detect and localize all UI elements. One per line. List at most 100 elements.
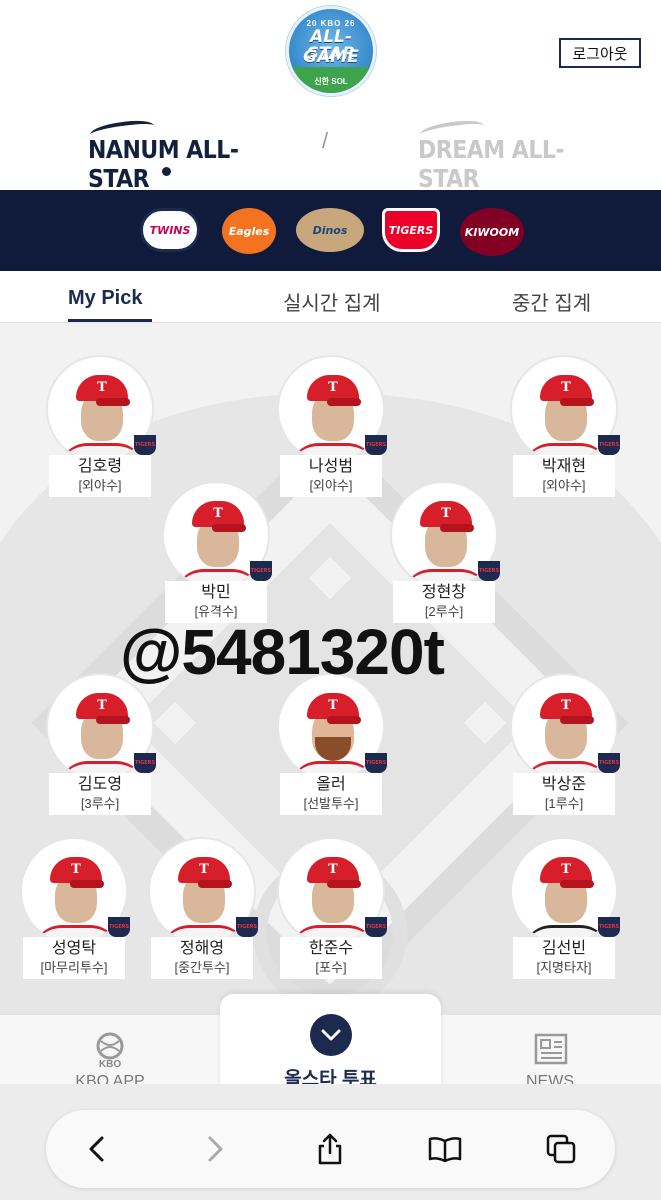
player-name: 한준수 (308, 940, 354, 957)
active-dot-indicator (162, 167, 171, 176)
player-name: 김선빈 (541, 940, 587, 957)
player-name: 정현창 (421, 584, 467, 601)
player-name: 박상준 (541, 776, 587, 793)
logo-line2: GAME (303, 47, 359, 67)
tabs-button[interactable] (536, 1124, 586, 1174)
league-tabs: NANUM ALL-STAR DREAM ALL-STAR (0, 117, 661, 194)
nav-kbo-app[interactable]: KBO KBO APP (60, 1015, 160, 1091)
player-label: 김선빈 [지명타자] (513, 937, 615, 979)
player-position: [유격수] (194, 604, 238, 619)
league-divider: / (322, 128, 329, 153)
team-nc-dinos-logo[interactable]: Dinos (296, 208, 364, 252)
player-position: [포수] (315, 960, 347, 975)
team-kiwoom-heroes-logo[interactable]: KIWOOM (460, 208, 524, 256)
sub-tabs: My Pick 실시간 집계 중간 집계 (0, 271, 661, 323)
team-name: TIGERS (388, 223, 434, 237)
dream-label: DREAM ALL-STAR (418, 136, 565, 194)
player-card[interactable]: T TIGERS 박상준 [1루수] (510, 673, 620, 818)
player-name: 김호령 (77, 458, 123, 475)
chevron-right-icon (208, 1136, 223, 1162)
team-badge-icon: TIGERS (236, 917, 258, 937)
tab-nanum-allstar[interactable]: NANUM ALL-STAR (88, 117, 244, 194)
chevron-left-icon (89, 1136, 104, 1162)
player-label: 박상준 [1루수] (513, 773, 615, 815)
player-card[interactable]: T TIGERS 정현창 [2루수] (390, 481, 500, 626)
player-position: [선발투수] (303, 796, 359, 811)
player-label: 박재현 [외야수] (513, 455, 615, 497)
team-name: TWINS (149, 223, 191, 237)
player-name: 올러 (316, 776, 346, 793)
baseball-field: T TIGERS 김호령 [외야수] T TIGERS 나성범 [외야수] T … (0, 323, 661, 1023)
bookmarks-button[interactable] (420, 1124, 470, 1174)
player-position: [외야수] (309, 478, 353, 493)
nanum-label: NANUM ALL-STAR (88, 136, 239, 194)
player-name: 김도영 (77, 776, 123, 793)
player-card[interactable]: T TIGERS 나성범 [외야수] (277, 355, 387, 500)
team-badge-icon: TIGERS (365, 917, 387, 937)
book-icon (428, 1137, 462, 1163)
nav-allstar-vote[interactable]: 올스타 투표 (220, 994, 441, 1094)
player-position: [마무리투수] (40, 960, 108, 975)
teams-bar: TWINS Eagles Dinos TIGERS KIWOOM (0, 190, 661, 271)
nav-news[interactable]: NEWS (500, 1015, 600, 1091)
header: 20 KBO 26 ALL-STAR GAME 신한 SOL 로그아웃 NANU… (0, 0, 661, 194)
newspaper-icon (534, 1033, 568, 1065)
player-label: 박민 [유격수] (165, 581, 267, 623)
player-position: [2루수] (424, 604, 464, 619)
team-badge-icon: TIGERS (108, 917, 130, 937)
share-icon (318, 1133, 342, 1165)
team-hanwha-eagles-logo[interactable]: Eagles (222, 208, 276, 254)
forward-button[interactable] (190, 1124, 240, 1174)
tab-dream-allstar[interactable]: DREAM ALL-STAR (418, 117, 574, 194)
tabs-icon (546, 1134, 576, 1164)
player-position: [중간투수] (174, 960, 230, 975)
player-card[interactable]: T TIGERS 한준수 [포수] (277, 837, 387, 982)
browser-toolbar-pill (46, 1110, 615, 1188)
player-name: 나성범 (308, 458, 354, 475)
team-name: KIWOOM (464, 225, 520, 239)
team-name: Eagles (228, 224, 270, 238)
player-card[interactable]: T TIGERS 올러 [선발투수] (277, 673, 387, 818)
tab-realtime-count[interactable]: 실시간 집계 (283, 287, 381, 316)
player-label: 올러 [선발투수] (280, 773, 382, 815)
player-card[interactable]: T TIGERS 김선빈 [지명타자] (510, 837, 620, 982)
player-label: 성영탁 [마무리투수] (23, 937, 125, 979)
player-card[interactable]: T TIGERS 박재현 [외야수] (510, 355, 620, 500)
team-badge-icon: TIGERS (478, 561, 500, 581)
team-lg-twins-logo[interactable]: TWINS (140, 208, 200, 252)
app-root: 20 KBO 26 ALL-STAR GAME 신한 SOL 로그아웃 NANU… (0, 0, 661, 1200)
logout-button[interactable]: 로그아웃 (559, 38, 641, 68)
back-button[interactable] (72, 1124, 122, 1174)
logo-sponsor: 신한 SOL (314, 77, 348, 86)
player-label: 정현창 [2루수] (393, 581, 495, 623)
allstar-game-logo[interactable]: 20 KBO 26 ALL-STAR GAME 신한 SOL (286, 6, 376, 96)
team-kia-tigers-logo[interactable]: TIGERS (382, 208, 440, 252)
player-card[interactable]: T TIGERS 박민 [유격수] (162, 481, 272, 626)
player-label: 김호령 [외야수] (49, 455, 151, 497)
team-badge-icon: TIGERS (134, 435, 156, 455)
player-card[interactable]: T TIGERS 정해영 [중간투수] (148, 837, 258, 982)
player-card[interactable]: T TIGERS 김호령 [외야수] (46, 355, 156, 500)
player-position: [지명타자] (536, 960, 592, 975)
player-card[interactable]: T TIGERS 성영탁 [마무리투수] (20, 837, 130, 982)
team-badge-icon: TIGERS (365, 435, 387, 455)
chevron-down-icon (310, 1014, 352, 1056)
team-badge-icon: TIGERS (134, 753, 156, 773)
player-label: 김도영 [3루수] (49, 773, 151, 815)
player-name: 정해영 (179, 940, 225, 957)
team-badge-icon: TIGERS (598, 435, 620, 455)
player-label: 한준수 [포수] (280, 937, 382, 979)
share-button[interactable] (305, 1124, 355, 1174)
player-name: 박재현 (541, 458, 587, 475)
kbo-logo-icon (96, 1032, 124, 1060)
player-position: [외야수] (78, 478, 122, 493)
player-card[interactable]: T TIGERS 김도영 [3루수] (46, 673, 156, 818)
player-position: [3루수] (80, 796, 120, 811)
tab-interim-count[interactable]: 중간 집계 (512, 287, 591, 316)
team-badge-icon: TIGERS (598, 917, 620, 937)
tab-my-pick[interactable]: My Pick (68, 287, 142, 310)
player-label: 정해영 [중간투수] (151, 937, 253, 979)
active-tab-underline (68, 319, 152, 322)
player-name: 박민 (201, 584, 231, 601)
player-position: [외야수] (542, 478, 586, 493)
